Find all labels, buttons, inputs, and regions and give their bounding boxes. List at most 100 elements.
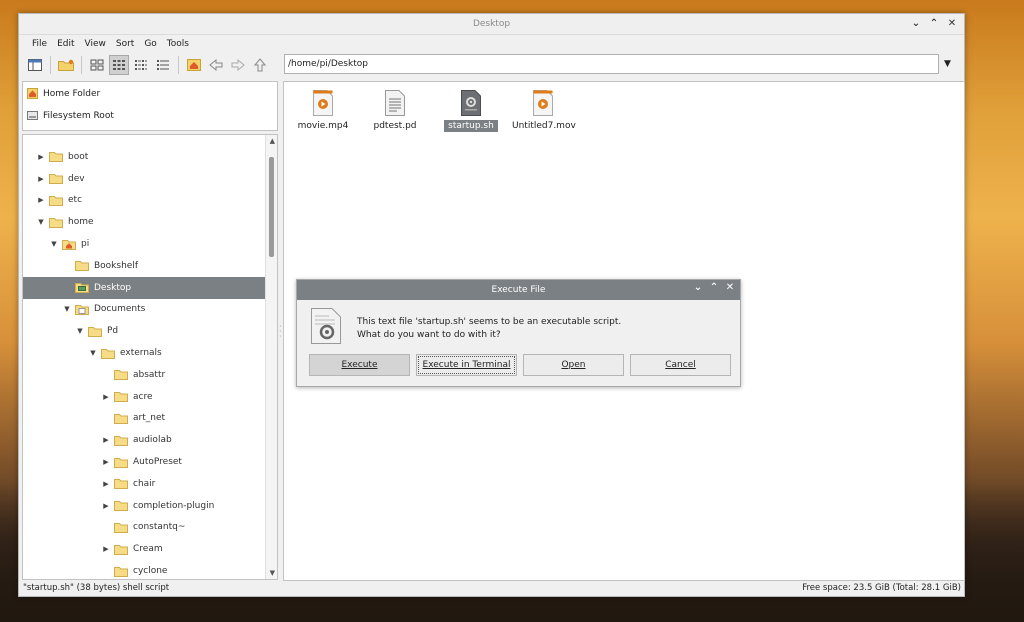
- folder-icon: [88, 326, 102, 337]
- tree-scrollbar[interactable]: ▲ ▼: [265, 135, 277, 579]
- collapsed-arrow-icon[interactable]: ▶: [36, 153, 46, 161]
- folder-icon: [49, 195, 63, 206]
- expanded-arrow-icon[interactable]: ▼: [75, 327, 85, 335]
- tree-item-label: chair: [133, 478, 156, 489]
- collapsed-arrow-icon[interactable]: ▶: [36, 175, 46, 183]
- scroll-down-icon[interactable]: ▼: [270, 569, 275, 577]
- sidebar-toggle-button[interactable]: [25, 55, 45, 75]
- tree-item-label: Bookshelf: [94, 260, 138, 271]
- scroll-up-icon[interactable]: ▲: [270, 137, 275, 145]
- dialog-message: This text file 'startup.sh' seems to be …: [357, 316, 621, 342]
- tree-item[interactable]: ▶ chair: [23, 473, 267, 495]
- tree-item[interactable]: ▼ home: [23, 211, 267, 233]
- view-thumbnails-button[interactable]: [109, 54, 129, 75]
- file-item[interactable]: Untitled7.mov: [508, 90, 578, 132]
- menu-file[interactable]: File: [27, 39, 52, 49]
- tree-item[interactable]: ▶ Cream: [23, 538, 267, 560]
- path-dropdown-icon[interactable]: ▼: [944, 59, 951, 69]
- open-button[interactable]: Open: [523, 354, 624, 376]
- close-icon[interactable]: ✕: [724, 282, 736, 293]
- execute-button[interactable]: Execute: [309, 354, 410, 376]
- tree-item[interactable]: ▼ externals: [23, 342, 267, 364]
- tree-item-label: art_net: [133, 413, 166, 424]
- list-view-icon: [157, 59, 169, 70]
- documents-folder-icon: [75, 304, 89, 315]
- view-icons-button[interactable]: [87, 55, 107, 75]
- dialog-message-line: What do you want to do with it?: [357, 330, 501, 340]
- tree-item[interactable]: absattr: [23, 364, 267, 386]
- tree-item[interactable]: ▼ Documents: [23, 299, 267, 321]
- tree-item[interactable]: ▶ acre: [23, 386, 267, 408]
- tree-item-label: pi: [81, 239, 90, 250]
- title-bar[interactable]: Desktop ⌄ ⌃ ✕: [19, 14, 964, 35]
- tree-item[interactable]: ▶ completion-plugin: [23, 495, 267, 517]
- collapsed-arrow-icon[interactable]: ▶: [36, 196, 46, 204]
- minimize-icon[interactable]: ⌄: [910, 17, 922, 31]
- up-button[interactable]: [250, 55, 270, 75]
- tree-item-label: AutoPreset: [133, 457, 182, 468]
- close-icon[interactable]: ✕: [946, 17, 958, 31]
- tree-item[interactable]: art_net: [23, 408, 267, 430]
- view-list-button[interactable]: [153, 55, 173, 75]
- collapsed-arrow-icon[interactable]: ▶: [101, 502, 111, 510]
- collapsed-arrow-icon[interactable]: ▶: [101, 545, 111, 553]
- back-button[interactable]: [206, 55, 226, 75]
- menu-edit[interactable]: Edit: [52, 39, 79, 49]
- file-name: movie.mp4: [297, 121, 349, 131]
- text-file-icon: [385, 90, 405, 116]
- place-filesystem-root[interactable]: Filesystem Root: [23, 105, 277, 126]
- tree-item[interactable]: ▶ boot: [23, 146, 267, 168]
- home-button[interactable]: [184, 55, 204, 75]
- menu-tools[interactable]: Tools: [162, 39, 194, 49]
- place-label: Filesystem Root: [43, 110, 114, 121]
- maximize-icon[interactable]: ⌃: [708, 282, 720, 293]
- file-item[interactable]: movie.mp4: [288, 90, 358, 132]
- expanded-arrow-icon[interactable]: ▼: [49, 240, 59, 248]
- collapsed-arrow-icon[interactable]: ▶: [101, 458, 111, 466]
- directory-tree[interactable]: ▶ boot ▶ dev ▶ etc ▼ home ▼ pi Bookshelf Desktop ▼ Do…: [22, 134, 278, 580]
- expanded-arrow-icon[interactable]: ▼: [36, 218, 46, 226]
- folder-icon: [49, 151, 63, 163]
- minimize-icon[interactable]: ⌄: [692, 282, 704, 293]
- dialog-title-bar[interactable]: Execute File ⌄ ⌃ ✕: [297, 280, 740, 300]
- collapsed-arrow-icon[interactable]: ▶: [101, 480, 111, 488]
- scrollbar-thumb[interactable]: [269, 157, 274, 257]
- path-input[interactable]: /home/pi/Desktop: [284, 54, 939, 74]
- tree-item[interactable]: constantq~: [23, 517, 267, 539]
- folder-icon: [114, 566, 128, 577]
- tree-item[interactable]: Desktop: [23, 276, 267, 299]
- new-folder-button[interactable]: [56, 55, 76, 75]
- folder-icon: [101, 348, 115, 359]
- cancel-button[interactable]: Cancel: [630, 354, 731, 376]
- menu-go[interactable]: Go: [139, 39, 161, 49]
- tree-item[interactable]: ▶ dev: [23, 168, 267, 190]
- collapsed-arrow-icon[interactable]: ▶: [101, 436, 111, 444]
- tree-item-label: Desktop: [94, 282, 132, 293]
- execute-in-terminal-button[interactable]: Execute in Terminal: [416, 354, 517, 376]
- view-compact-button[interactable]: [131, 55, 151, 75]
- tree-item[interactable]: Bookshelf: [23, 255, 267, 277]
- place-home-folder[interactable]: Home Folder: [23, 83, 277, 104]
- tree-item[interactable]: ▶ AutoPreset: [23, 451, 267, 473]
- executable-script-icon: [311, 308, 341, 344]
- file-item[interactable]: pdtest.pd: [360, 90, 430, 132]
- back-arrow-icon: [209, 58, 223, 71]
- sidebar-icon: [28, 58, 42, 71]
- tree-item[interactable]: ▶ etc: [23, 190, 267, 212]
- tree-item[interactable]: cyclone: [23, 560, 267, 579]
- tree-item-label: Cream: [133, 544, 163, 555]
- expanded-arrow-icon[interactable]: ▼: [88, 349, 98, 357]
- expanded-arrow-icon[interactable]: ▼: [62, 305, 72, 313]
- places-panel: Home Folder Filesystem Root: [22, 81, 278, 131]
- file-item[interactable]: startup.sh: [436, 90, 506, 132]
- collapsed-arrow-icon[interactable]: ▶: [101, 393, 111, 401]
- menu-sort[interactable]: Sort: [111, 39, 139, 49]
- tree-item[interactable]: ▼ Pd: [23, 320, 267, 342]
- tree-item-label: externals: [120, 348, 162, 359]
- menu-view[interactable]: View: [80, 39, 111, 49]
- folder-icon: [114, 391, 128, 403]
- forward-button[interactable]: [228, 55, 248, 75]
- maximize-icon[interactable]: ⌃: [928, 17, 940, 31]
- tree-item[interactable]: ▼ pi: [23, 233, 267, 255]
- tree-item[interactable]: ▶ audiolab: [23, 429, 267, 451]
